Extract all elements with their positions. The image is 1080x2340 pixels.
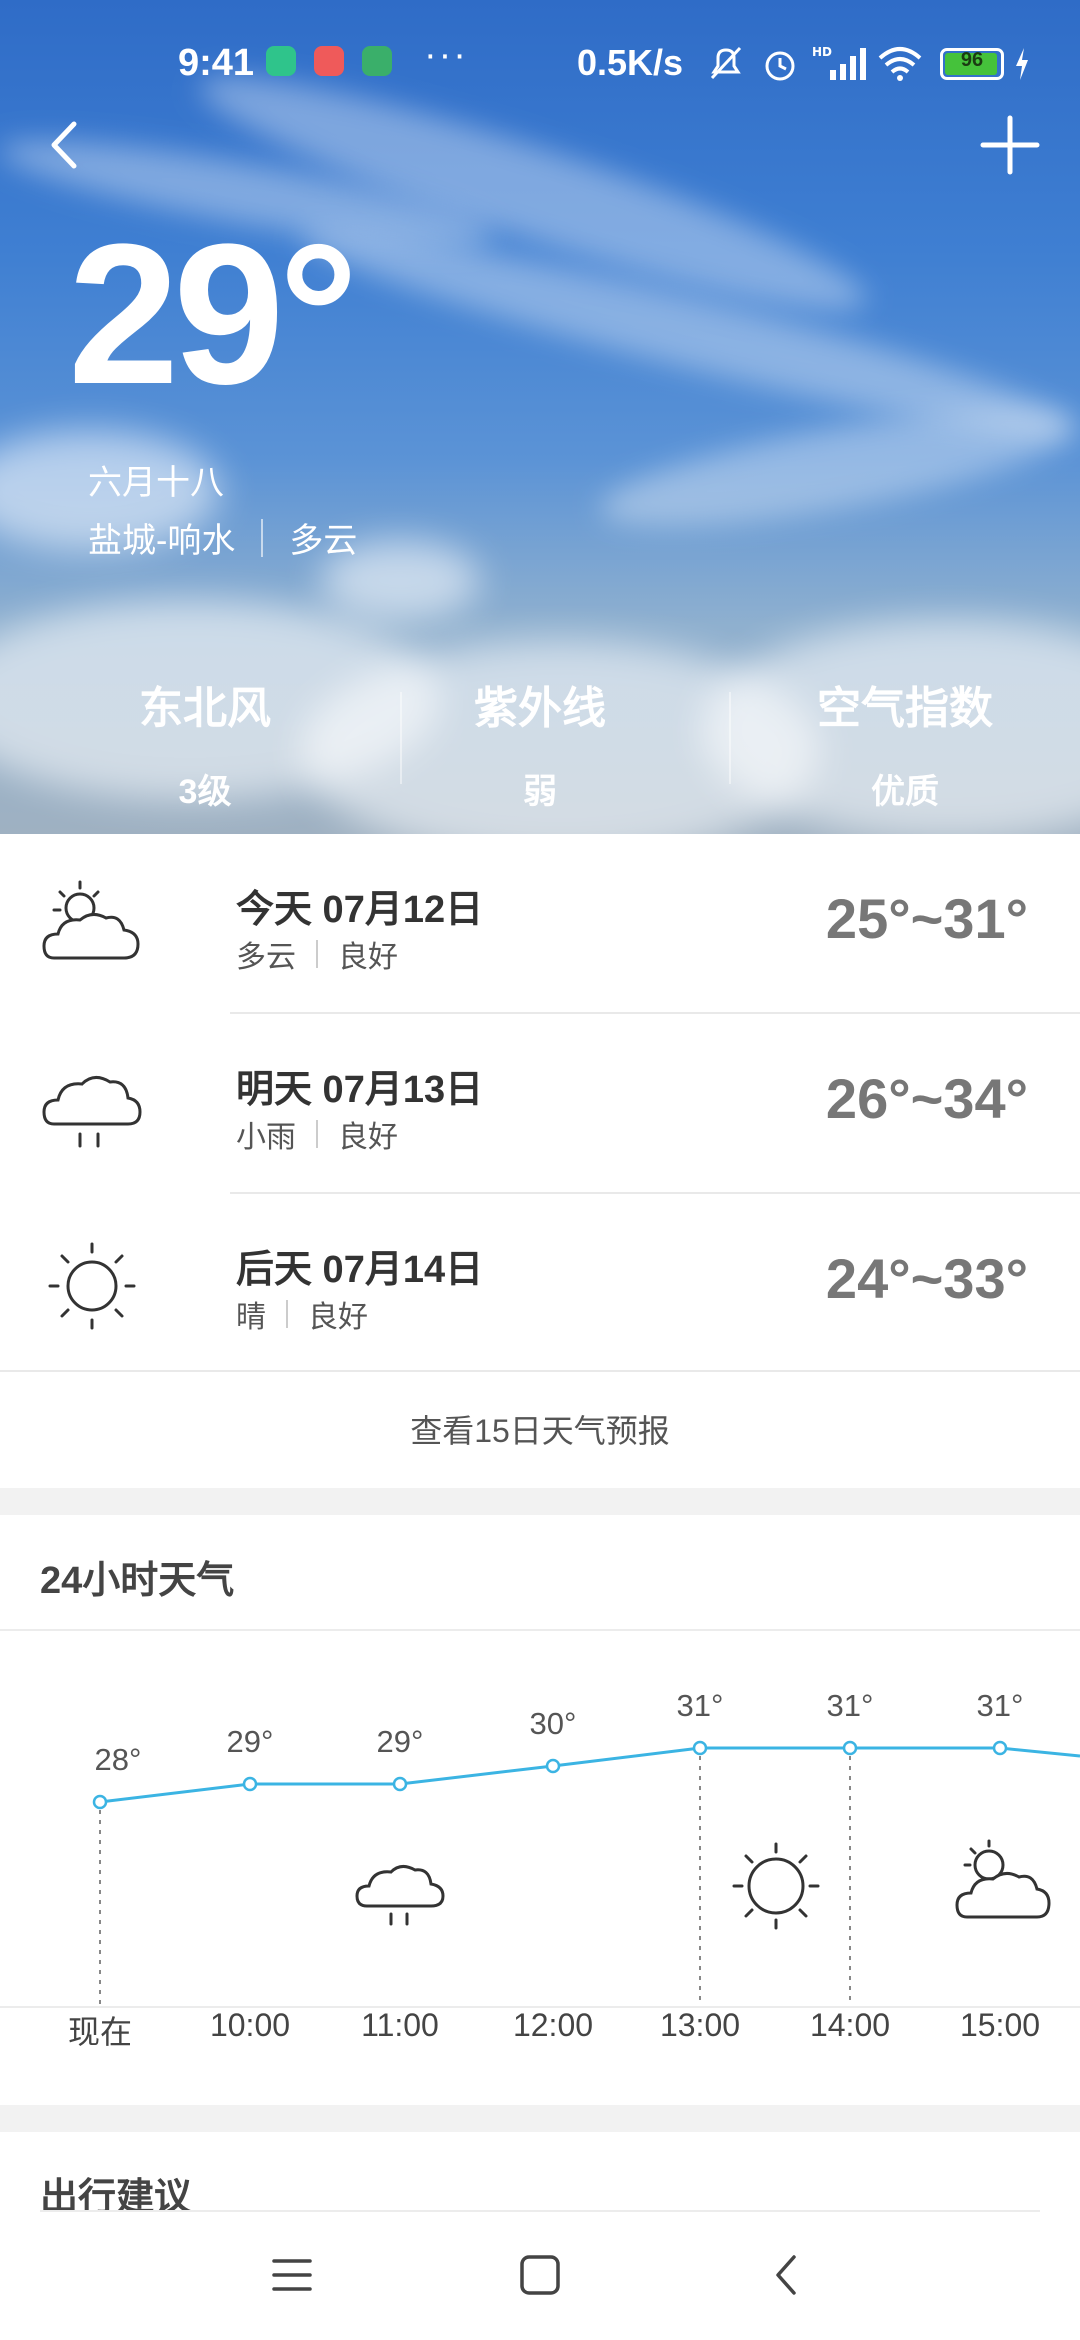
back-icon[interactable] — [758, 2245, 818, 2305]
battery-level: 96 — [960, 49, 984, 71]
hour-label: 15:00 — [959, 2007, 1041, 2043]
forecast-row-tomorrow[interactable]: 明天 07月13日 小雨 良好 26°~34° — [0, 1014, 1080, 1192]
hour-label: 14:00 — [809, 2007, 891, 2043]
stat-title: 东北风 — [139, 684, 271, 733]
signal-hd-icon: HD — [812, 45, 866, 80]
partly-cloudy-icon — [955, 1839, 1051, 1919]
hour-label: 13:00 — [659, 2007, 741, 2043]
forecast-condition: 多云 — [236, 941, 296, 974]
stat-title: 空气指数 — [817, 684, 993, 733]
location-name[interactable]: 盐城-响水 — [88, 513, 235, 562]
temp-label: 30° — [529, 1706, 577, 1741]
hour-label: 现在 — [67, 2014, 132, 2050]
forecast-day: 后天 07月14日 — [236, 1249, 484, 1291]
menu-icon[interactable] — [262, 2245, 322, 2305]
stat-uv[interactable]: 紫外线 弱 — [415, 672, 665, 813]
forecast-air: 良好 — [338, 1121, 398, 1154]
wifi-icon — [878, 47, 922, 81]
stat-value: 弱 — [523, 773, 557, 811]
back-arrow-icon[interactable] — [40, 110, 90, 180]
location-row: 盐城-响水 多云 — [88, 513, 357, 562]
hour-label: 11:00 — [361, 2007, 439, 2043]
temperature-point — [842, 1740, 858, 1756]
alarm-icon — [765, 51, 795, 81]
forecast-row-today[interactable]: 今天 07月12日 多云 良好 25°~31° — [0, 834, 1080, 1012]
sun-icon — [732, 1842, 820, 1930]
mute-icon — [710, 46, 742, 80]
charging-icon — [1016, 48, 1028, 80]
add-city-icon[interactable] — [975, 110, 1045, 180]
temperature-point — [242, 1776, 258, 1792]
temp-label: 29° — [226, 1724, 274, 1759]
app-notification-icon — [266, 46, 296, 76]
temp-label: 29° — [376, 1724, 424, 1759]
forecast-row-after-tomorrow[interactable]: 后天 07月14日 晴 良好 24°~33° — [0, 1194, 1080, 1372]
forecast-detail: 晴 良好 — [236, 1292, 368, 1336]
forecast-condition: 小雨 — [236, 1121, 296, 1154]
hour-label: 12:00 — [512, 2007, 594, 2043]
forecast-detail: 小雨 良好 — [236, 1112, 398, 1156]
weather-condition: 多云 — [289, 522, 358, 560]
divider — [316, 1120, 318, 1148]
lunar-date: 六月十八 — [88, 464, 224, 502]
forecast-day: 今天 07月12日 — [236, 889, 484, 931]
forecast-air: 良好 — [338, 941, 398, 974]
divider — [286, 1300, 288, 1328]
stat-value: 3级 — [178, 773, 232, 811]
temp-label: 31° — [676, 1688, 724, 1723]
divider — [316, 940, 318, 968]
more-notifications-icon: ··· — [424, 34, 468, 76]
stat-title: 紫外线 — [474, 684, 606, 733]
battery-icon: 96 — [940, 48, 1004, 80]
divider — [40, 2210, 1040, 2212]
network-speed: 0.5K/s — [577, 42, 684, 83]
partly-cloudy-icon — [42, 880, 140, 960]
cloud-streak — [593, 387, 1080, 550]
divider — [0, 1370, 1080, 1372]
forecast-range: 25°~31° — [825, 887, 1028, 950]
forecast-air: 良好 — [308, 1301, 368, 1334]
stat-aqi[interactable]: 空气指数 优质 — [775, 672, 1035, 813]
temperature-point — [992, 1740, 1008, 1756]
temperature-point — [92, 1794, 108, 1810]
divider — [261, 518, 264, 557]
app-notification-icon — [314, 46, 344, 76]
svg-text:HD: HD — [812, 45, 832, 59]
sun-icon — [48, 1242, 136, 1330]
status-bar: 9:41 ··· 0.5K/s HD 96 — [0, 34, 1080, 94]
forecast-card: 今天 07月12日 多云 良好 25°~31° 明天 07月13日 小雨 良好 … — [0, 834, 1080, 1488]
temp-label: 28° — [94, 1742, 142, 1777]
temperature-point — [392, 1776, 408, 1792]
stat-value: 优质 — [871, 773, 939, 811]
stat-wind[interactable]: 东北风 3级 — [80, 672, 330, 813]
forecast-range: 24°~33° — [825, 1247, 1028, 1310]
home-icon[interactable] — [510, 2245, 570, 2305]
weather-hero: 9:41 ··· 0.5K/s HD 96 29° 六月十八 盐城-响水 多云 … — [0, 0, 1080, 834]
temp-label: 31° — [826, 1688, 874, 1723]
rain-icon — [355, 1865, 445, 1926]
temperature-point — [545, 1758, 561, 1774]
current-temperature: 29° — [68, 203, 358, 426]
forecast-day: 明天 07月13日 — [236, 1069, 484, 1111]
forecast-range: 26°~34° — [825, 1067, 1028, 1130]
view-15-day-forecast-link[interactable]: 查看15日天气预报 — [0, 1406, 1080, 1452]
app-notification-icon — [362, 46, 392, 76]
status-time: 9:41 — [178, 42, 255, 84]
temperature-point — [692, 1740, 708, 1756]
system-nav-bar — [0, 2210, 1080, 2340]
hour-label: 10:00 — [209, 2007, 291, 2043]
temp-label: 31° — [976, 1688, 1024, 1723]
divider — [400, 692, 402, 784]
divider — [729, 692, 731, 784]
hourly-section: 24小时天气 现在 10:00 11:00 12:00 13:00 14:00 15:00 … — [0, 1515, 1080, 2105]
forecast-condition: 晴 — [236, 1301, 266, 1334]
rain-icon — [42, 1076, 142, 1148]
forecast-detail: 多云 良好 — [236, 932, 398, 976]
